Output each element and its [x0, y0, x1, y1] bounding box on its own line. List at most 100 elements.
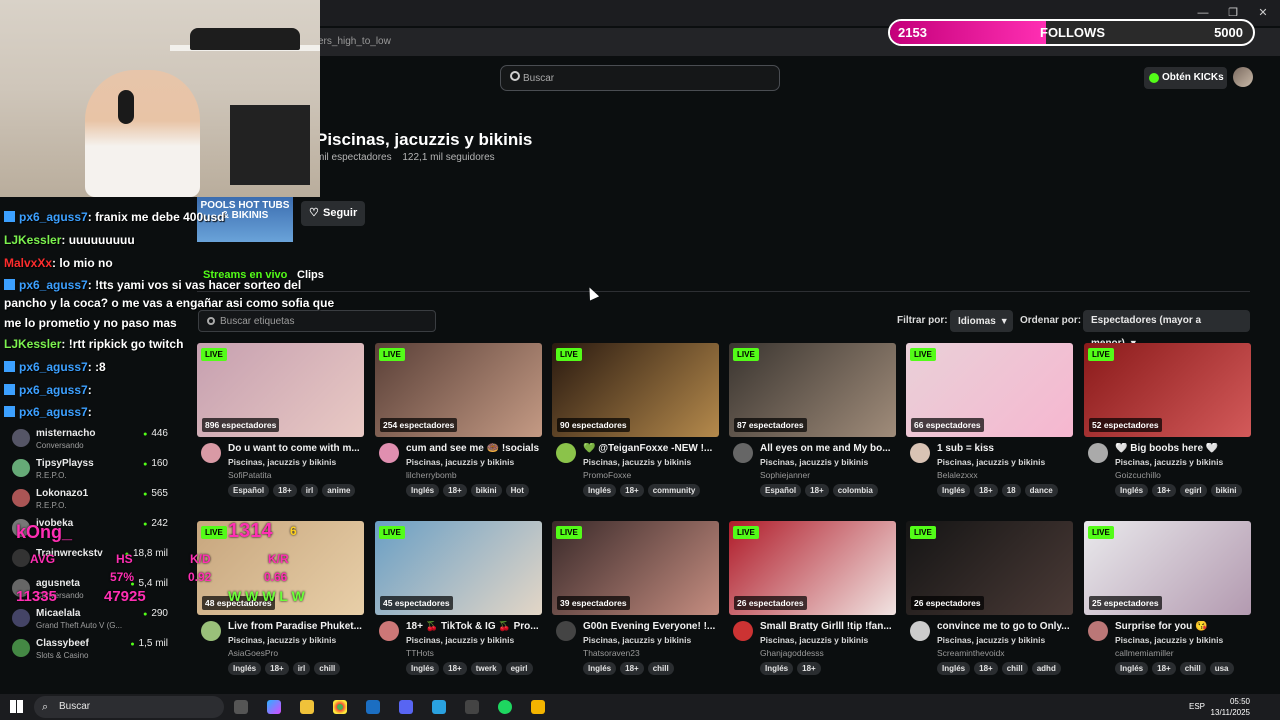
streamer-avatar[interactable]	[556, 443, 576, 463]
stream-category[interactable]: Piscinas, jacuzzis y bikinis	[1115, 635, 1223, 645]
copilot-icon[interactable]	[267, 700, 281, 714]
stream-title[interactable]: Live from Paradise Phuket...	[228, 621, 362, 632]
stream-tag[interactable]: Inglés	[406, 662, 440, 675]
streamer-name[interactable]: lilcherrybomb	[406, 470, 457, 480]
stream-thumbnail[interactable]: LIVE 45 espectadores	[375, 521, 542, 615]
stream-card[interactable]: LIVE 45 espectadores 18+ 🍒 TikTok & IG 🍒 P…	[375, 521, 542, 675]
streamer-name[interactable]: Thatsoraven23	[583, 648, 640, 658]
stream-category[interactable]: Piscinas, jacuzzis y bikinis	[406, 457, 514, 467]
stream-card[interactable]: LIVE 39 espectadores G00n Evening Everyone…	[552, 521, 719, 675]
streamer-avatar[interactable]	[733, 621, 753, 641]
stream-category[interactable]: Piscinas, jacuzzis y bikinis	[406, 635, 514, 645]
streamer-name[interactable]: Goizcuchillo	[1115, 470, 1161, 480]
get-kicks-button[interactable]: Obtén KICKs	[1144, 67, 1227, 89]
stream-category[interactable]: Piscinas, jacuzzis y bikinis	[583, 457, 691, 467]
stream-tag[interactable]: egirl	[505, 662, 533, 675]
stream-tag[interactable]: community	[647, 484, 701, 497]
windows-start-icon[interactable]	[10, 700, 23, 713]
stream-tag[interactable]: irl	[292, 662, 311, 675]
streamer-avatar[interactable]	[733, 443, 753, 463]
streamer-name[interactable]: TTHots	[406, 648, 434, 658]
app-icon[interactable]	[531, 700, 545, 714]
stream-tag[interactable]: anime	[322, 484, 356, 497]
stream-title[interactable]: Do u want to come with m...	[228, 443, 362, 454]
minimize-icon[interactable]: —	[1196, 6, 1210, 20]
stream-tag[interactable]: Inglés	[937, 662, 971, 675]
stream-tag[interactable]: Inglés	[406, 484, 440, 497]
stream-title[interactable]: 💚 @TeiganFoxxe -NEW !...	[583, 443, 717, 454]
stream-thumbnail[interactable]: LIVE 26 espectadores	[729, 521, 896, 615]
stream-thumbnail[interactable]: LIVE 26 espectadores	[906, 521, 1073, 615]
streamer-name[interactable]: Ghanjagoddesss	[760, 648, 824, 658]
stream-card[interactable]: LIVE 896 espectadores Do u want to come wi…	[197, 343, 364, 497]
stream-tag[interactable]: colombia	[832, 484, 878, 497]
stream-tag[interactable]: Hot	[505, 484, 529, 497]
user-avatar[interactable]	[1233, 67, 1253, 87]
stream-card[interactable]: LIVE 66 espectadores 1 sub = kiss Piscinas,…	[906, 343, 1073, 497]
search-input[interactable]: Buscar	[500, 65, 780, 91]
stream-card[interactable]: LIVE 26 espectadores convince me to go to …	[906, 521, 1073, 675]
stream-tag[interactable]: Inglés	[760, 662, 794, 675]
stream-tag[interactable]: 18+	[443, 484, 467, 497]
sort-dropdown[interactable]: Espectadores (mayor a menor)▼	[1083, 310, 1250, 349]
stream-tag[interactable]: Inglés	[583, 662, 617, 675]
streamer-name[interactable]: Screaminthevoidx	[937, 648, 1005, 658]
stream-title[interactable]: All eyes on me and My bo...	[760, 443, 894, 454]
telegram-icon[interactable]	[432, 700, 446, 714]
discord-icon[interactable]	[399, 700, 413, 714]
stream-tag[interactable]: usa	[1209, 662, 1234, 675]
streamer-avatar[interactable]	[379, 443, 399, 463]
stream-title[interactable]: G00n Evening Everyone! !...	[583, 621, 717, 632]
stream-card[interactable]: LIVE 87 espectadores All eyes on me and My…	[729, 343, 896, 497]
sidebar-channel[interactable]: Classybeef Slots & Casino 1,5 mil	[8, 635, 168, 663]
stream-thumbnail[interactable]: LIVE 66 espectadores	[906, 343, 1073, 437]
language-dropdown[interactable]: Idiomas ▼	[950, 310, 1013, 332]
stream-tag[interactable]: twerk	[470, 662, 502, 675]
stream-tag[interactable]: Inglés	[228, 662, 262, 675]
stream-tag[interactable]: 18+	[1152, 662, 1176, 675]
stream-tag[interactable]: 18+	[797, 662, 821, 675]
stream-card[interactable]: LIVE 52 espectadores 🤍 Big boobs here 🤍 Pis…	[1084, 343, 1251, 497]
stream-tag[interactable]: 18+	[620, 662, 644, 675]
streamer-avatar[interactable]	[201, 621, 221, 641]
stream-tag[interactable]: bikini	[1210, 484, 1242, 497]
stream-title[interactable]: Small Bratty Girlll !tip !fan...	[760, 621, 894, 632]
sidebar-channel[interactable]: Lokonazo1 R.E.P.O. 565	[8, 485, 168, 513]
stream-thumbnail[interactable]: LIVE 254 espectadores	[375, 343, 542, 437]
task-view-icon[interactable]	[234, 700, 248, 714]
stream-tag[interactable]: Inglés	[937, 484, 971, 497]
streamer-avatar[interactable]	[910, 621, 930, 641]
stream-tag[interactable]: chill	[647, 662, 674, 675]
streamer-name[interactable]: callmemiamiller	[1115, 648, 1174, 658]
stream-title[interactable]: 18+ 🍒 TikTok & IG 🍒 Pro...	[406, 621, 540, 632]
stream-tag[interactable]: Inglés	[1115, 662, 1149, 675]
stream-thumbnail[interactable]: LIVE 52 espectadores	[1084, 343, 1251, 437]
stream-tag[interactable]: 18+	[265, 662, 289, 675]
close-icon[interactable]: ✕	[1256, 6, 1270, 20]
stream-tag[interactable]: egirl	[1179, 484, 1207, 497]
stream-tag[interactable]: 18+	[974, 662, 998, 675]
stream-tag[interactable]: chill	[1001, 662, 1028, 675]
obs-icon[interactable]	[465, 700, 479, 714]
stream-category[interactable]: Piscinas, jacuzzis y bikinis	[760, 457, 868, 467]
stream-title[interactable]: convince me to go to Only...	[937, 621, 1071, 632]
stream-category[interactable]: Piscinas, jacuzzis y bikinis	[760, 635, 868, 645]
stream-thumbnail[interactable]: LIVE 25 espectadores	[1084, 521, 1251, 615]
streamer-name[interactable]: Belalezxxx	[937, 470, 978, 480]
stream-card[interactable]: LIVE 90 espectadores 💚 @TeiganFoxxe -NEW !…	[552, 343, 719, 497]
stream-category[interactable]: Piscinas, jacuzzis y bikinis	[583, 635, 691, 645]
stream-tag[interactable]: 18	[1001, 484, 1021, 497]
stream-card[interactable]: LIVE 26 espectadores Small Bratty Girlll !…	[729, 521, 896, 675]
stream-tag[interactable]: 18+	[805, 484, 829, 497]
maximize-icon[interactable]: ❐	[1226, 6, 1240, 20]
stream-category[interactable]: Piscinas, jacuzzis y bikinis	[937, 635, 1045, 645]
streamer-avatar[interactable]	[201, 443, 221, 463]
keyboard-language[interactable]: ESP	[1189, 702, 1205, 711]
stream-tag[interactable]: Inglés	[1115, 484, 1149, 497]
sidebar-channel[interactable]: misternacho Conversando 446	[8, 425, 168, 453]
streamer-name[interactable]: Sophiejanner	[760, 470, 810, 480]
stream-thumbnail[interactable]: LIVE 39 espectadores	[552, 521, 719, 615]
streamer-avatar[interactable]	[910, 443, 930, 463]
stream-thumbnail[interactable]: LIVE 896 espectadores	[197, 343, 364, 437]
sidebar-channel[interactable]: TipsyPlayss R.E.P.O. 160	[8, 455, 168, 483]
